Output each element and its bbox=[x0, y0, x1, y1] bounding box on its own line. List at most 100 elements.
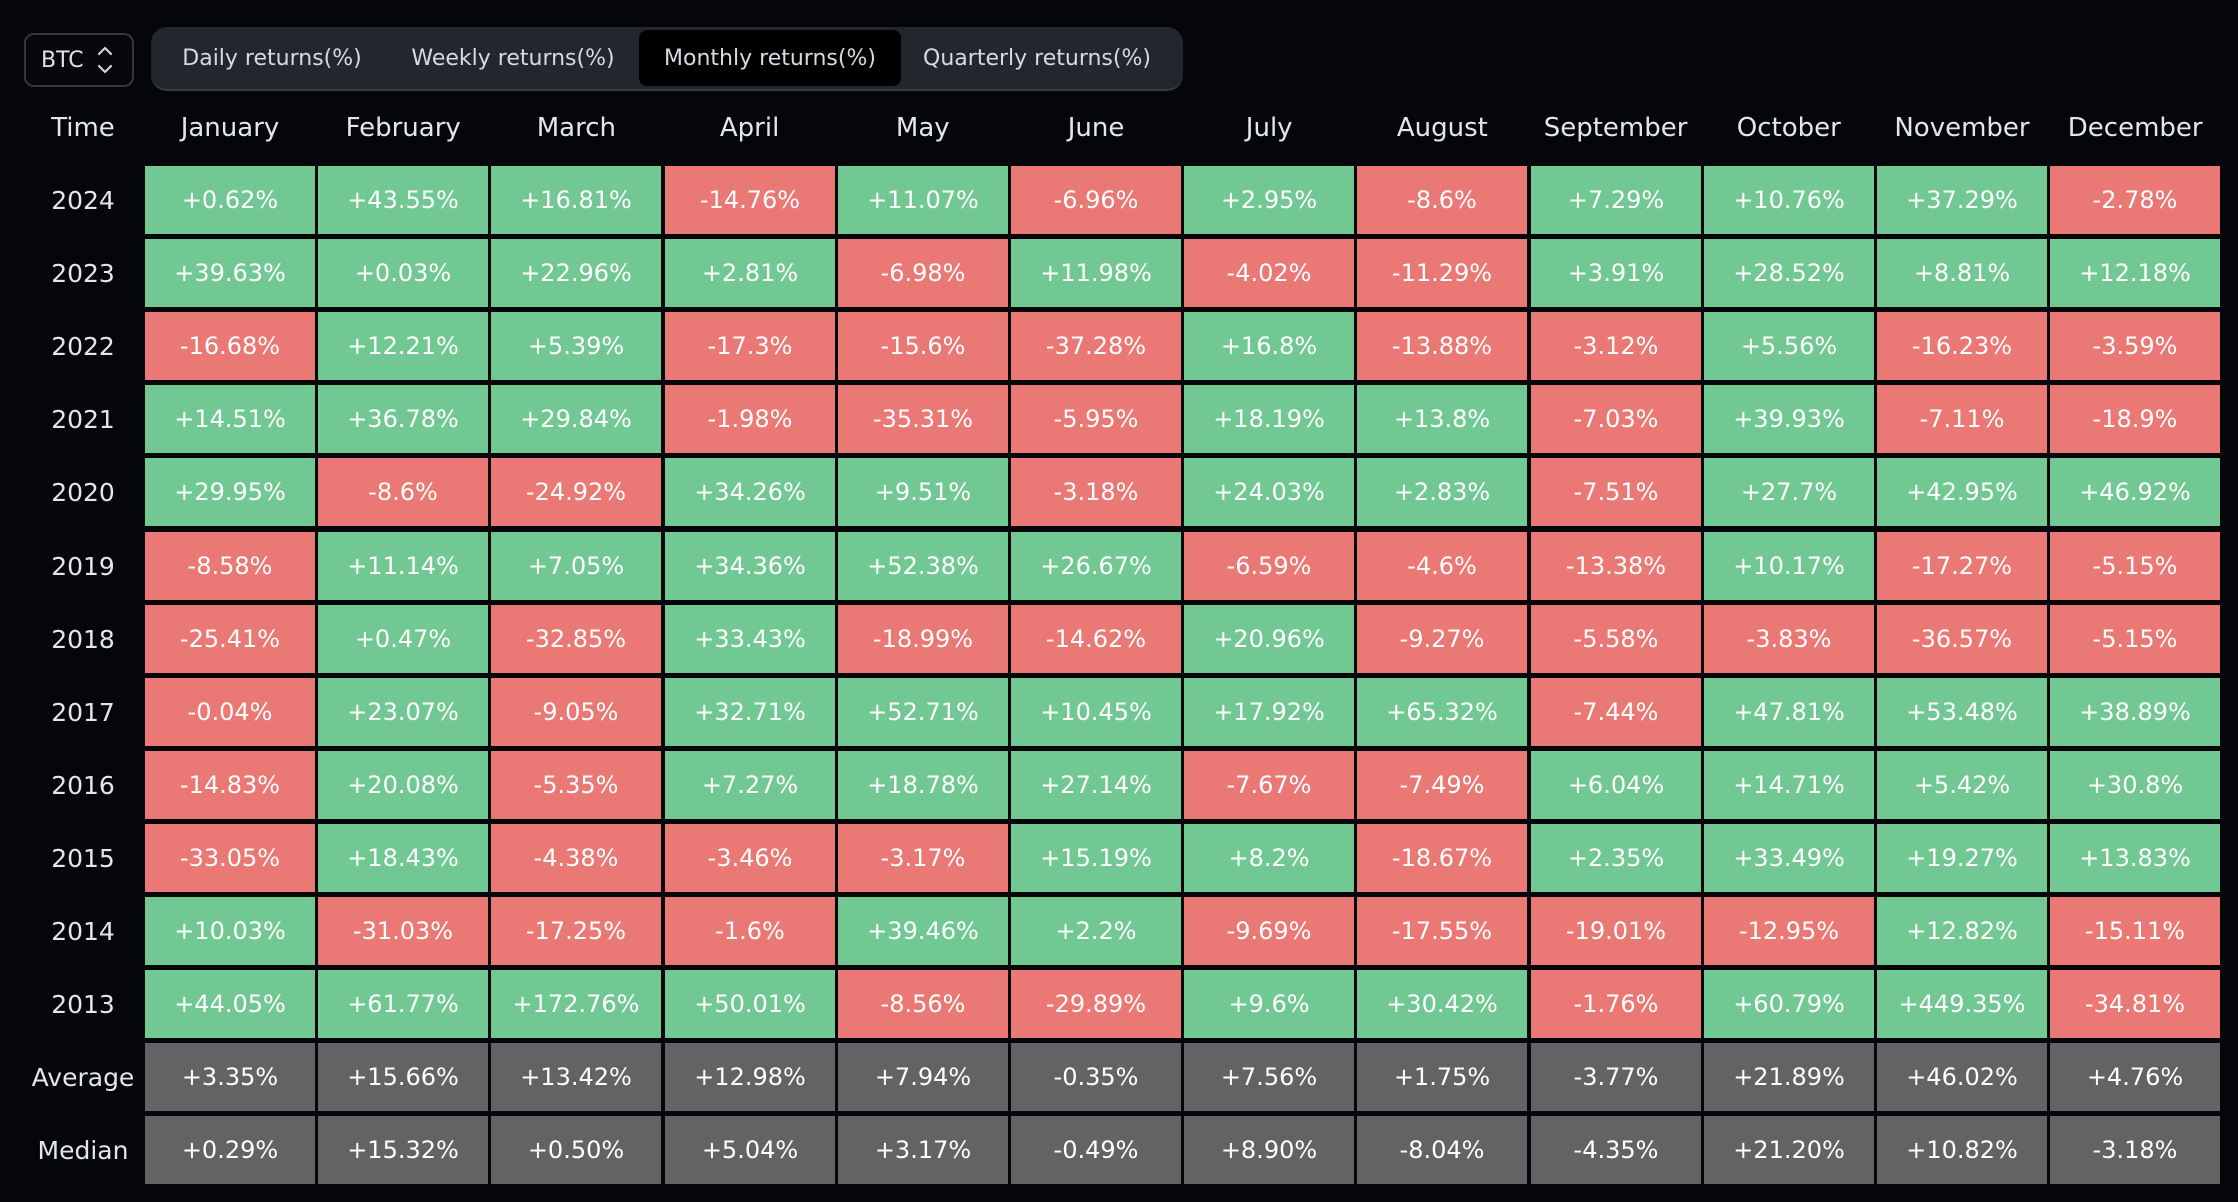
return-cell: +0.03% bbox=[318, 239, 488, 307]
return-cell: +9.51% bbox=[838, 458, 1008, 526]
return-cell: +11.07% bbox=[838, 166, 1008, 234]
return-cell: -3.17% bbox=[838, 824, 1008, 892]
return-cell: +13.83% bbox=[2050, 824, 2220, 892]
column-header-january: January bbox=[180, 113, 280, 143]
column-header-april: April bbox=[719, 113, 780, 143]
return-cell: -4.38% bbox=[491, 824, 661, 892]
asset-select[interactable]: BTC bbox=[24, 33, 134, 87]
return-cell: +5.39% bbox=[491, 312, 661, 380]
return-cell: -8.6% bbox=[318, 458, 488, 526]
return-cell: -7.67% bbox=[1184, 751, 1354, 819]
return-cell: +52.38% bbox=[838, 532, 1008, 600]
return-cell: -35.31% bbox=[838, 385, 1008, 453]
tab-quarterly-returns[interactable]: Quarterly returns(%) bbox=[901, 30, 1173, 86]
return-cell: +2.95% bbox=[1184, 166, 1354, 234]
return-cell: +50.01% bbox=[665, 970, 835, 1038]
return-cell: -16.23% bbox=[1877, 312, 2047, 380]
summary-cell: +21.89% bbox=[1704, 1043, 1874, 1111]
return-cell: +16.81% bbox=[491, 166, 661, 234]
return-cell: +29.95% bbox=[145, 458, 315, 526]
summary-cell: +10.82% bbox=[1877, 1116, 2047, 1184]
row-label-year: 2024 bbox=[51, 185, 115, 215]
return-cell: +5.56% bbox=[1704, 312, 1874, 380]
return-cell: +15.19% bbox=[1011, 824, 1181, 892]
return-cell: +42.95% bbox=[1877, 458, 2047, 526]
summary-cell: -0.49% bbox=[1011, 1116, 1181, 1184]
return-cell: -31.03% bbox=[318, 897, 488, 965]
return-cell: +2.2% bbox=[1011, 897, 1181, 965]
return-cell: -4.02% bbox=[1184, 239, 1354, 307]
return-cell: -2.78% bbox=[2050, 166, 2220, 234]
return-cell: +449.35% bbox=[1877, 970, 2047, 1038]
return-cell: -8.56% bbox=[838, 970, 1008, 1038]
return-cell: +2.35% bbox=[1531, 824, 1701, 892]
row-label-year: 2014 bbox=[51, 916, 115, 946]
return-cell: -3.83% bbox=[1704, 605, 1874, 673]
return-cell: +10.76% bbox=[1704, 166, 1874, 234]
return-cell: +33.49% bbox=[1704, 824, 1874, 892]
return-cell: +7.05% bbox=[491, 532, 661, 600]
chevron-up-down-icon bbox=[97, 45, 113, 75]
return-cell: -37.28% bbox=[1011, 312, 1181, 380]
return-cell: -24.92% bbox=[491, 458, 661, 526]
return-cell: +28.52% bbox=[1704, 239, 1874, 307]
summary-cell: -3.18% bbox=[2050, 1116, 2220, 1184]
return-cell: -8.6% bbox=[1357, 166, 1527, 234]
return-cell: -15.11% bbox=[2050, 897, 2220, 965]
return-cell: -3.59% bbox=[2050, 312, 2220, 380]
return-cell: +13.8% bbox=[1357, 385, 1527, 453]
column-header-july: July bbox=[1245, 113, 1293, 143]
column-header-november: November bbox=[1894, 113, 2030, 143]
tab-daily-returns[interactable]: Daily returns(%) bbox=[157, 30, 387, 86]
return-cell: -5.58% bbox=[1531, 605, 1701, 673]
return-cell: +2.83% bbox=[1357, 458, 1527, 526]
row-label-year: 2021 bbox=[51, 404, 115, 434]
return-cell: -17.55% bbox=[1357, 897, 1527, 965]
return-cell: -17.3% bbox=[665, 312, 835, 380]
return-cell: +10.17% bbox=[1704, 532, 1874, 600]
return-cell: +52.71% bbox=[838, 678, 1008, 746]
return-cell: +39.63% bbox=[145, 239, 315, 307]
return-cell: -9.27% bbox=[1357, 605, 1527, 673]
return-cell: +172.76% bbox=[491, 970, 661, 1038]
return-cell: -7.51% bbox=[1531, 458, 1701, 526]
tab-monthly-returns[interactable]: Monthly returns(%) bbox=[639, 30, 901, 86]
return-cell: -17.27% bbox=[1877, 532, 2047, 600]
return-cell: -1.76% bbox=[1531, 970, 1701, 1038]
returns-period-tabs: Daily returns(%) Weekly returns(%) Month… bbox=[151, 27, 1183, 91]
return-cell: -5.15% bbox=[2050, 605, 2220, 673]
summary-cell: +0.50% bbox=[491, 1116, 661, 1184]
return-cell: -5.35% bbox=[491, 751, 661, 819]
row-label-year: 2020 bbox=[51, 477, 115, 507]
return-cell: -7.11% bbox=[1877, 385, 2047, 453]
return-cell: +17.92% bbox=[1184, 678, 1354, 746]
row-label-year: 2022 bbox=[51, 331, 115, 361]
tab-weekly-returns[interactable]: Weekly returns(%) bbox=[387, 30, 639, 86]
return-cell: -14.76% bbox=[665, 166, 835, 234]
return-cell: +12.21% bbox=[318, 312, 488, 380]
return-cell: +14.51% bbox=[145, 385, 315, 453]
return-cell: +7.29% bbox=[1531, 166, 1701, 234]
return-cell: -16.68% bbox=[145, 312, 315, 380]
return-cell: -13.38% bbox=[1531, 532, 1701, 600]
return-cell: +47.81% bbox=[1704, 678, 1874, 746]
column-header-june: June bbox=[1067, 113, 1125, 143]
summary-cell: +15.66% bbox=[318, 1043, 488, 1111]
return-cell: -6.98% bbox=[838, 239, 1008, 307]
return-cell: -3.46% bbox=[665, 824, 835, 892]
return-cell: -13.88% bbox=[1357, 312, 1527, 380]
return-cell: +16.8% bbox=[1184, 312, 1354, 380]
return-cell: -18.99% bbox=[838, 605, 1008, 673]
column-header-october: October bbox=[1736, 113, 1841, 143]
return-cell: +0.62% bbox=[145, 166, 315, 234]
summary-cell: +46.02% bbox=[1877, 1043, 2047, 1111]
return-cell: +6.04% bbox=[1531, 751, 1701, 819]
return-cell: +65.32% bbox=[1357, 678, 1527, 746]
return-cell: +11.14% bbox=[318, 532, 488, 600]
return-cell: -7.03% bbox=[1531, 385, 1701, 453]
return-cell: -6.96% bbox=[1011, 166, 1181, 234]
return-cell: -1.98% bbox=[665, 385, 835, 453]
return-cell: -5.95% bbox=[1011, 385, 1181, 453]
row-label-average: Average bbox=[31, 1062, 135, 1092]
return-cell: +32.71% bbox=[665, 678, 835, 746]
